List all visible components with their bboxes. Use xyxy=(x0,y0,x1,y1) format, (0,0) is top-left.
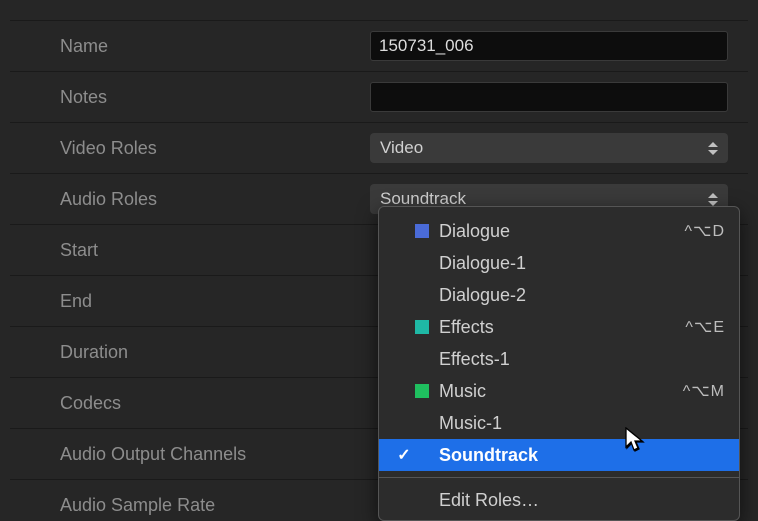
label-video-roles: Video Roles xyxy=(10,138,370,159)
menu-item-shortcut: ^⌥E xyxy=(685,317,725,337)
menu-item-label: Dialogue-2 xyxy=(439,285,725,306)
menu-item-effects-1[interactable]: Effects-1 xyxy=(379,343,739,375)
row-name: Name xyxy=(10,20,748,72)
color-swatch-icon xyxy=(415,256,429,270)
menu-item-label: Music xyxy=(439,381,683,402)
menu-item-edit-roles[interactable]: Edit Roles… xyxy=(379,484,739,516)
menu-item-label: Edit Roles… xyxy=(439,490,725,511)
color-swatch-icon xyxy=(415,320,429,334)
color-swatch-icon xyxy=(415,493,429,507)
color-swatch-icon xyxy=(415,416,429,430)
color-swatch-icon xyxy=(415,448,429,462)
menu-item-effects[interactable]: Effects^⌥E xyxy=(379,311,739,343)
menu-item-dialogue[interactable]: Dialogue^⌥D xyxy=(379,215,739,247)
label-audio-sample-rate: Audio Sample Rate xyxy=(10,495,370,516)
row-video-roles: Video Roles Video xyxy=(10,123,748,174)
menu-item-shortcut: ^⌥D xyxy=(685,221,726,241)
select-video-roles-value: Video xyxy=(380,138,423,158)
menu-item-music[interactable]: Music^⌥M xyxy=(379,375,739,407)
menu-item-soundtrack[interactable]: ✓ Soundtrack xyxy=(379,439,739,471)
label-start: Start xyxy=(10,240,370,261)
chevron-updown-icon xyxy=(708,193,718,206)
audio-roles-menu[interactable]: Dialogue^⌥DDialogue-1Dialogue-2Effects^⌥… xyxy=(378,206,740,521)
label-notes: Notes xyxy=(10,87,370,108)
notes-input[interactable] xyxy=(370,82,728,112)
label-duration: Duration xyxy=(10,342,370,363)
label-audio-output-channels: Audio Output Channels xyxy=(10,444,370,465)
menu-item-dialogue-2[interactable]: Dialogue-2 xyxy=(379,279,739,311)
menu-item-label: Music-1 xyxy=(439,413,725,434)
label-audio-roles: Audio Roles xyxy=(10,189,370,210)
menu-item-shortcut: ^⌥M xyxy=(683,381,725,401)
color-swatch-icon xyxy=(415,224,429,238)
menu-item-music-1[interactable]: Music-1 xyxy=(379,407,739,439)
menu-separator xyxy=(379,477,739,478)
menu-item-label: Dialogue xyxy=(439,221,685,242)
color-swatch-icon xyxy=(415,384,429,398)
menu-item-dialogue-1[interactable]: Dialogue-1 xyxy=(379,247,739,279)
row-notes: Notes xyxy=(10,72,748,123)
color-swatch-icon xyxy=(415,352,429,366)
name-input[interactable] xyxy=(370,31,728,61)
menu-item-label: Dialogue-1 xyxy=(439,253,725,274)
checkmark-icon: ✓ xyxy=(393,445,415,465)
color-swatch-icon xyxy=(415,288,429,302)
label-codecs: Codecs xyxy=(10,393,370,414)
label-name: Name xyxy=(10,36,370,57)
menu-item-label: Effects xyxy=(439,317,685,338)
select-video-roles[interactable]: Video xyxy=(370,133,728,163)
menu-item-label: Effects-1 xyxy=(439,349,725,370)
label-end: End xyxy=(10,291,370,312)
chevron-updown-icon xyxy=(708,142,718,155)
menu-item-label: Soundtrack xyxy=(439,445,725,466)
